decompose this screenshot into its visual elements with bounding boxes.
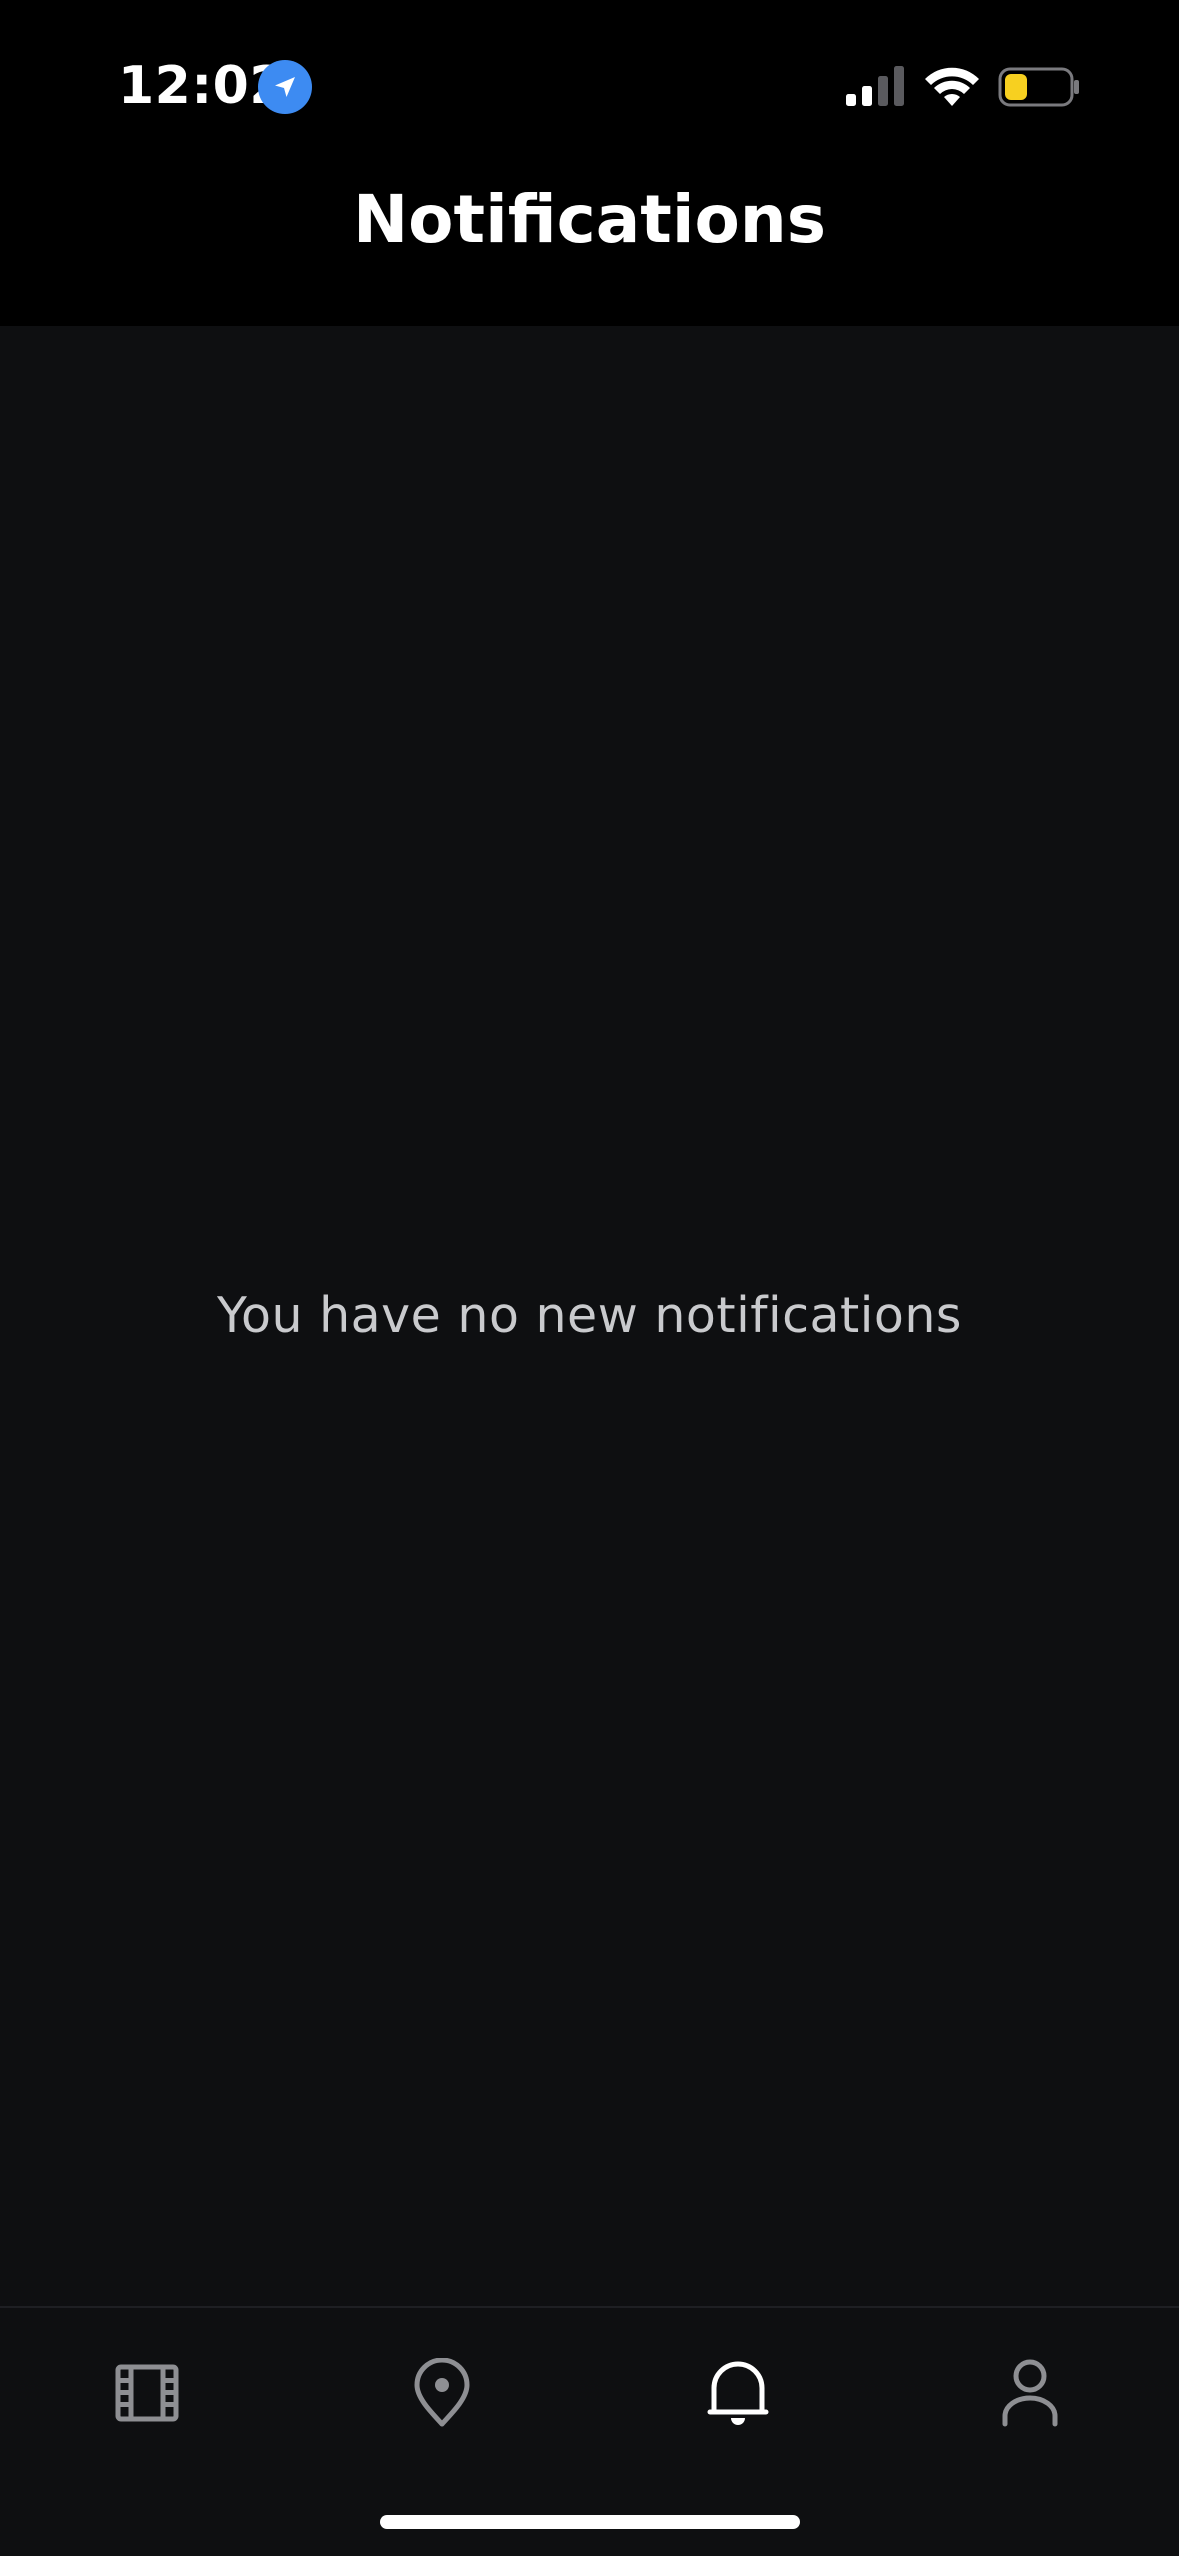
cellular-signal-icon <box>846 66 904 106</box>
map-pin-icon <box>414 2358 470 2427</box>
notifications-screen: 12:02 Notifications You have no new noti… <box>0 0 1179 2556</box>
home-indicator[interactable] <box>380 2515 800 2529</box>
battery-icon <box>998 67 1079 107</box>
page-title: Notifications <box>352 181 827 258</box>
film-icon <box>115 2364 179 2422</box>
tab-movies[interactable] <box>67 2328 227 2458</box>
tab-locations[interactable] <box>362 2328 522 2458</box>
wifi-icon <box>925 67 979 106</box>
tab-profile[interactable] <box>950 2328 1110 2458</box>
user-icon <box>1002 2359 1058 2427</box>
header-bar: 12:02 Notifications <box>0 0 1179 326</box>
tab-notifications[interactable] <box>658 2328 818 2458</box>
empty-state-message: You have no new notifications <box>217 1287 962 1344</box>
location-arrow-icon <box>258 60 312 114</box>
bell-icon <box>707 2361 769 2425</box>
